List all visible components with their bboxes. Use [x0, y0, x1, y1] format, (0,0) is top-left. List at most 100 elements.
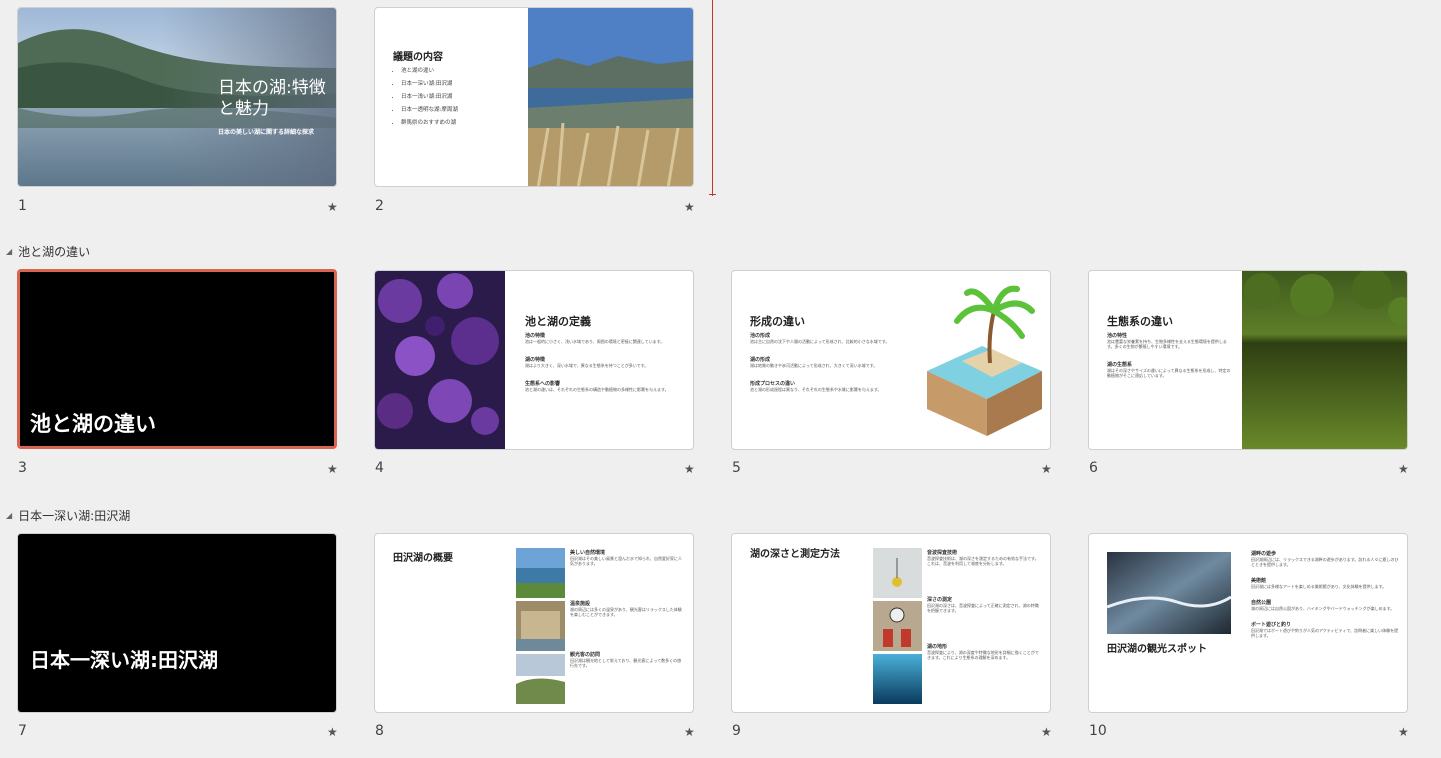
- section-header-1[interactable]: ◢ 池と湖の違い: [6, 243, 90, 260]
- item-text: 音波探査技術は、湖の深さを測定するための有効な手法です。これは、音波を利用して湖…: [927, 556, 1039, 566]
- slide-thumbnail-10[interactable]: 田沢湖の観光スポット 湖畔の遊歩 田沢湖周辺には、リラックスできる湖畔の遊歩があ…: [1088, 533, 1408, 713]
- slide-number: 4: [375, 460, 384, 476]
- content-block: 湖畔の遊歩 田沢湖周辺には、リラックスできる湖畔の遊歩があります。訪れる人々に癒…: [1251, 550, 1401, 638]
- underwater-photo: [873, 654, 922, 704]
- content-block: 池の特性 池は豊富な栄養素を持ち、生物多様性を支える生態環境を提供します。多くの…: [1107, 332, 1232, 378]
- item-heading: 音波探査技術: [927, 550, 958, 556]
- slide-thumbnail-1[interactable]: 日本の湖:特徴と魅力 日本の美しい湖に関する詳細な探求: [17, 7, 337, 187]
- slide-number: 9: [732, 723, 741, 739]
- slide-title: 池と湖の違い: [30, 412, 156, 436]
- item-text: 湖は地質の動きや氷河活動によって形成され、大きくて深い水域です。: [750, 363, 878, 368]
- slide-thumbnail-2[interactable]: 議題の内容 池と湖の違い 日本一深い湖:田沢湖 日本一浅い湖:田沢湖 日本一透明…: [374, 7, 694, 187]
- item-text: 田沢湖周辺には、リラックスできる湖畔の遊歩があります。訪れる人々に癒しのひととき…: [1251, 557, 1399, 567]
- slide-title: 議題の内容: [393, 52, 443, 63]
- item-heading: 深さの測定: [927, 597, 953, 603]
- item-text: 田沢湖には多様なアートを楽しめる美術館があり、文化体験を提供します。: [1251, 584, 1387, 589]
- star-icon[interactable]: ★: [327, 462, 338, 476]
- content-block: 池の形成 池は主に自然の沈下や人間の活動によって形成され、比較的小さな水域です。…: [750, 332, 910, 392]
- item-heading: 池の特性: [1107, 333, 1128, 339]
- slide-thumbnail-3[interactable]: 池と湖の違い: [17, 269, 337, 449]
- scenic-view-photo: [516, 654, 565, 704]
- item-heading: 観光客の訪問: [570, 652, 601, 658]
- onsen-photo: [516, 601, 565, 651]
- item-text: 池は一般的に小さく、浅い水域であり、周囲の環境と密接に関連しています。: [525, 339, 665, 344]
- item-heading: 池の特徴: [525, 333, 546, 339]
- star-icon[interactable]: ★: [684, 462, 695, 476]
- ice-cave-photo: [1107, 552, 1231, 634]
- agenda-item: 日本一深い湖:田沢湖: [401, 78, 531, 91]
- content-block: 音波探査技術 音波探査技術は、湖の深さを測定するための有効な手法です。これは、音…: [927, 549, 1042, 660]
- item-heading: 湖の特徴: [525, 357, 546, 363]
- slide-subtitle: 日本の美しい湖に関する詳細な探求: [218, 129, 315, 136]
- star-icon[interactable]: ★: [1398, 725, 1409, 739]
- slide-thumbnail-6[interactable]: 生態系の違い 池の特性 池は豊富な栄養素を持ち、生物多様性を支える生態環境を提供…: [1088, 270, 1408, 450]
- slide-number: 2: [375, 198, 384, 214]
- agenda-item: 日本一透明な湖:摩周湖: [401, 104, 531, 117]
- item-text: 湖はその深さやサイズの違いによって異なる生態系を形成し、特定の動植物がそこに適応…: [1107, 368, 1231, 378]
- agenda-item: 群馬県のおすすめの湖: [401, 117, 531, 130]
- item-heading: ボート遊びと釣り: [1251, 622, 1292, 628]
- item-heading: 湖の形成: [750, 357, 771, 363]
- slide-title: 形成の違い: [750, 315, 805, 328]
- slide-number: 10: [1089, 723, 1107, 739]
- star-icon[interactable]: ★: [1041, 462, 1052, 476]
- item-text: 池は豊富な栄養素を持ち、生物多様性を支える生態環境を提供します。多くの生物が繁殖…: [1107, 339, 1227, 349]
- item-text: 池と湖の違いは、それぞれの生態系の構造や動植物の多様性に影響を与えます。: [525, 387, 669, 392]
- slide-title: 湖の深さと測定方法: [750, 549, 840, 560]
- slide-thumbnail-9[interactable]: 湖の深さと測定方法 音波探査技術 音波探査技術は、湖の深さを測定するための有効な…: [731, 533, 1051, 713]
- purple-leaves-image: [375, 271, 505, 449]
- section-header-2[interactable]: ◢ 日本一深い湖:田沢湖: [6, 507, 130, 524]
- item-text: 池と湖の形成過程は異なり、それぞれの生態系や水質に影響を与えます。: [750, 387, 882, 392]
- slide-number: 3: [18, 460, 27, 476]
- item-heading: 池の形成: [750, 333, 771, 339]
- star-icon[interactable]: ★: [1041, 725, 1052, 739]
- section-title: 日本一深い湖:田沢湖: [18, 509, 131, 523]
- item-heading: 湖の地形: [927, 644, 948, 650]
- slide-thumbnail-4[interactable]: 池と湖の定義 池の特徴 池は一般的に小さく、浅い水域であり、周囲の環境と密接に関…: [374, 270, 694, 450]
- agenda-list: 池と湖の違い 日本一深い湖:田沢湖 日本一浅い湖:田沢湖 日本一透明な湖:摩周湖…: [393, 65, 531, 130]
- item-text: 田沢湖ではボート遊びや釣りが人気のアクティビティで、訪問者に楽しい体験を提供しま…: [1251, 628, 1399, 638]
- insertion-marker-cap: [709, 194, 716, 195]
- island-palm-illustration: [927, 285, 1042, 436]
- item-heading: 自然公園: [1251, 600, 1272, 606]
- green-forest-water-image: [1242, 271, 1407, 449]
- item-text: 池は主に自然の沈下や人間の活動によって形成され、比較的小さな水域です。: [750, 339, 890, 344]
- slide-number: 8: [375, 723, 384, 739]
- item-heading: 美術館: [1251, 578, 1267, 584]
- sonar-buoy-photo: [873, 548, 922, 598]
- section-title: 池と湖の違い: [18, 245, 91, 259]
- agenda-item: 池と湖の違い: [401, 65, 531, 78]
- star-icon[interactable]: ★: [327, 725, 338, 739]
- slide-title: 田沢湖の概要: [393, 553, 453, 564]
- content-block: 池の特徴 池は一般的に小さく、浅い水域であり、周囲の環境と密接に関連しています。…: [525, 332, 675, 392]
- star-icon[interactable]: ★: [684, 725, 695, 739]
- item-heading: 湖の生態系: [1107, 362, 1133, 368]
- star-icon[interactable]: ★: [327, 200, 338, 214]
- slide-number: 7: [18, 723, 27, 739]
- item-text: 湖の周辺には自然公園があり、ハイキングやバードウォッチングが楽しめます。: [1251, 606, 1395, 611]
- lake-grass-image: [528, 8, 693, 186]
- item-heading: 温泉施設: [570, 601, 591, 607]
- slide-title: 日本の湖:特徴と魅力: [218, 78, 326, 119]
- slide-thumbnail-8[interactable]: 田沢湖の概要 美しい自然環境 田沢湖はその美しい風景と澄んだ水で知られ、自然愛好…: [374, 533, 694, 713]
- item-heading: 形成プロセスの違い: [750, 381, 796, 387]
- slide-title: 田沢湖の観光スポット: [1107, 644, 1207, 655]
- slide-title: 生態系の違い: [1107, 315, 1173, 328]
- star-icon[interactable]: ★: [684, 200, 695, 214]
- item-heading: 湖畔の遊歩: [1251, 551, 1277, 557]
- item-text: 田沢湖の深さは、音波探査によって正確に測定され、湖の特徴を把握できます。: [927, 603, 1039, 613]
- item-heading: 生態系への影響: [525, 381, 561, 387]
- collapse-triangle-icon[interactable]: ◢: [6, 247, 12, 256]
- agenda-item: 日本一浅い湖:田沢湖: [401, 91, 531, 104]
- star-icon[interactable]: ★: [1398, 462, 1409, 476]
- slide-thumbnail-7[interactable]: 日本一深い湖:田沢湖: [17, 533, 337, 713]
- slide-number: 6: [1089, 460, 1098, 476]
- item-heading: 美しい自然環境: [570, 550, 606, 556]
- item-text: 田沢湖は観光地として栄えており、観光客によって数多くの旅行先です。: [570, 658, 682, 668]
- slide-thumbnail-5[interactable]: 形成の違い 池の形成 池は主に自然の沈下や人間の活動によって形成され、比較的小さ…: [731, 270, 1051, 450]
- item-text: 湖はより大きく、深い水域で、異なる生態系を持つことが多いです。: [525, 363, 649, 368]
- collapse-triangle-icon[interactable]: ◢: [6, 511, 12, 520]
- lake-landscape-photo: [516, 548, 565, 598]
- slide-title: 池と湖の定義: [525, 315, 591, 328]
- slide-number: 1: [18, 198, 27, 214]
